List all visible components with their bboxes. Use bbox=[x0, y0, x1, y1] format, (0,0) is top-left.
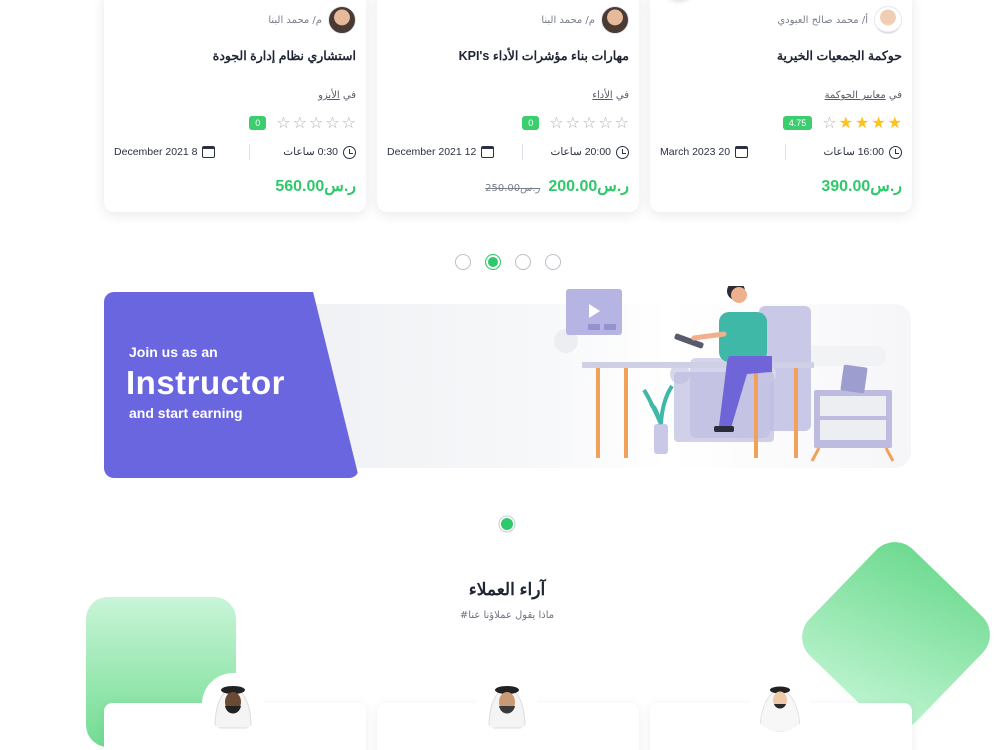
rating: ★ ★ ★ ★ ☆ 4.75 bbox=[782, 113, 902, 132]
star-icon: ★ bbox=[854, 113, 870, 132]
duration-text: 16:00 ساعات bbox=[823, 146, 884, 158]
customer-avatar bbox=[479, 676, 535, 732]
banner-line-1: Join us as an bbox=[129, 344, 218, 360]
duration: 16:00 ساعات bbox=[823, 145, 902, 159]
page: أ/ محمد صالح العبودي حوكمة الجمعيات الخي… bbox=[0, 0, 1000, 750]
calendar-icon bbox=[202, 146, 216, 158]
carousel-dot[interactable] bbox=[545, 254, 561, 270]
rating: ☆ ☆ ☆ ☆ ☆ 0 bbox=[249, 115, 356, 131]
banner-dot[interactable] bbox=[501, 518, 513, 530]
star-outline-icon: ☆ bbox=[341, 113, 356, 132]
rating-badge: 0 bbox=[249, 116, 267, 130]
instructor-illustration bbox=[554, 286, 895, 462]
duration-text: 0:30 ساعات bbox=[283, 146, 338, 158]
category-prefix: في bbox=[888, 90, 902, 101]
duration: 0:30 ساعات bbox=[283, 145, 356, 159]
date-text: December 2021 8 bbox=[114, 146, 198, 158]
duration: 20:00 ساعات bbox=[550, 145, 629, 159]
divider bbox=[248, 144, 250, 160]
customer-avatar bbox=[205, 676, 261, 732]
course-card[interactable]: م/ محمد البنا استشاري نظام إدارة الجودة … bbox=[104, 0, 366, 212]
course-meta: 16:00 ساعات March 2023 20 bbox=[660, 144, 902, 160]
date-text: March 2023 20 bbox=[660, 146, 731, 158]
clock-icon bbox=[889, 145, 902, 159]
star-icon: ★ bbox=[838, 113, 853, 132]
instructor-avatar bbox=[601, 6, 629, 34]
current-price: ر.س200.00 bbox=[548, 178, 629, 195]
star-outline-icon: ☆ bbox=[565, 113, 580, 132]
category-link[interactable]: معايير الحوكمة bbox=[825, 90, 886, 101]
star-icon: ★ bbox=[871, 113, 886, 132]
category-link[interactable]: الأداء bbox=[592, 90, 612, 101]
divider bbox=[521, 144, 523, 160]
rating-badge: 0 bbox=[522, 116, 540, 130]
instructor[interactable]: م/ محمد البنا bbox=[541, 6, 629, 34]
price: ر.س560.00 bbox=[275, 176, 356, 196]
clock-icon bbox=[616, 145, 629, 159]
instructor-avatar bbox=[328, 6, 356, 34]
price: ر.س200.00 ر.س250.00 bbox=[485, 176, 629, 196]
carousel-dot[interactable] bbox=[455, 254, 471, 270]
instructor-name[interactable]: م/ محمد البنا bbox=[268, 15, 322, 26]
divider bbox=[785, 144, 787, 160]
current-price: ر.س560.00 bbox=[275, 178, 356, 195]
customer-avatar bbox=[752, 676, 808, 732]
date-text: December 2021 12 bbox=[387, 146, 477, 158]
course-title[interactable]: حوكمة الجمعيات الخيرية bbox=[660, 48, 902, 63]
banner-headline: Instructor bbox=[126, 364, 286, 401]
category-link[interactable]: الأيزو bbox=[318, 90, 340, 101]
course-category: في معايير الحوكمة bbox=[825, 90, 902, 101]
star-outline-icon: ☆ bbox=[822, 113, 837, 132]
instructor-avatar bbox=[874, 6, 902, 34]
calendar-icon bbox=[481, 146, 495, 158]
current-price: ر.س390.00 bbox=[821, 178, 902, 195]
carousel-dot-active[interactable] bbox=[485, 254, 501, 270]
carousel-dots bbox=[455, 254, 561, 270]
testimonials-title: آراء العملاء bbox=[468, 580, 546, 599]
star-outline-icon: ☆ bbox=[598, 113, 613, 132]
duration-text: 20:00 ساعات bbox=[550, 146, 611, 158]
rating: ☆ ☆ ☆ ☆ ☆ 0 bbox=[522, 115, 629, 131]
instructor[interactable]: م/ محمد البنا bbox=[268, 6, 356, 34]
old-price: ر.س250.00 bbox=[485, 183, 541, 194]
rating-badge: 4.75 bbox=[782, 116, 813, 130]
star-outline-icon: ☆ bbox=[325, 113, 340, 132]
instructor[interactable]: أ/ محمد صالح العبودي bbox=[777, 6, 902, 34]
category-prefix: في bbox=[615, 90, 629, 101]
carousel-dot[interactable] bbox=[515, 254, 531, 270]
calendar-icon bbox=[735, 146, 749, 158]
price: ر.س390.00 bbox=[821, 176, 902, 196]
clock-icon bbox=[343, 145, 356, 159]
banner-line-3: and start earning bbox=[129, 405, 243, 421]
star-outline-icon: ☆ bbox=[581, 113, 597, 132]
instructor-banner[interactable]: Join us as an Instructor and start earni… bbox=[104, 286, 912, 478]
star-outline-icon: ☆ bbox=[614, 113, 629, 132]
instructor-name[interactable]: م/ محمد البنا bbox=[541, 15, 595, 26]
category-prefix: في bbox=[342, 90, 356, 101]
course-title[interactable]: استشاري نظام إدارة الجودة bbox=[114, 48, 356, 63]
start-date: March 2023 20 bbox=[660, 146, 749, 158]
course-card[interactable]: أ/ محمد صالح العبودي حوكمة الجمعيات الخي… bbox=[650, 0, 912, 212]
star-icon: ★ bbox=[887, 113, 902, 132]
star-outline-icon: ☆ bbox=[549, 113, 564, 132]
testimonials-subtitle: #ماذا يقول عملاؤنا عنا bbox=[459, 610, 555, 621]
course-category: في الأداء bbox=[592, 90, 629, 101]
instructor-name[interactable]: أ/ محمد صالح العبودي bbox=[777, 15, 868, 26]
course-card[interactable]: م/ محمد البنا مهارات بناء مؤشرات الأداء … bbox=[377, 0, 639, 212]
start-date: December 2021 8 bbox=[114, 146, 216, 158]
course-meta: 0:30 ساعات December 2021 8 bbox=[114, 144, 356, 160]
star-outline-icon: ☆ bbox=[308, 113, 324, 132]
star-outline-icon: ☆ bbox=[292, 113, 307, 132]
course-meta: 20:00 ساعات December 2021 12 bbox=[387, 144, 629, 160]
course-category: في الأيزو bbox=[318, 90, 356, 101]
course-title[interactable]: مهارات بناء مؤشرات الأداء KPI's bbox=[387, 48, 629, 63]
start-date: December 2021 12 bbox=[387, 146, 495, 158]
star-outline-icon: ☆ bbox=[276, 113, 291, 132]
